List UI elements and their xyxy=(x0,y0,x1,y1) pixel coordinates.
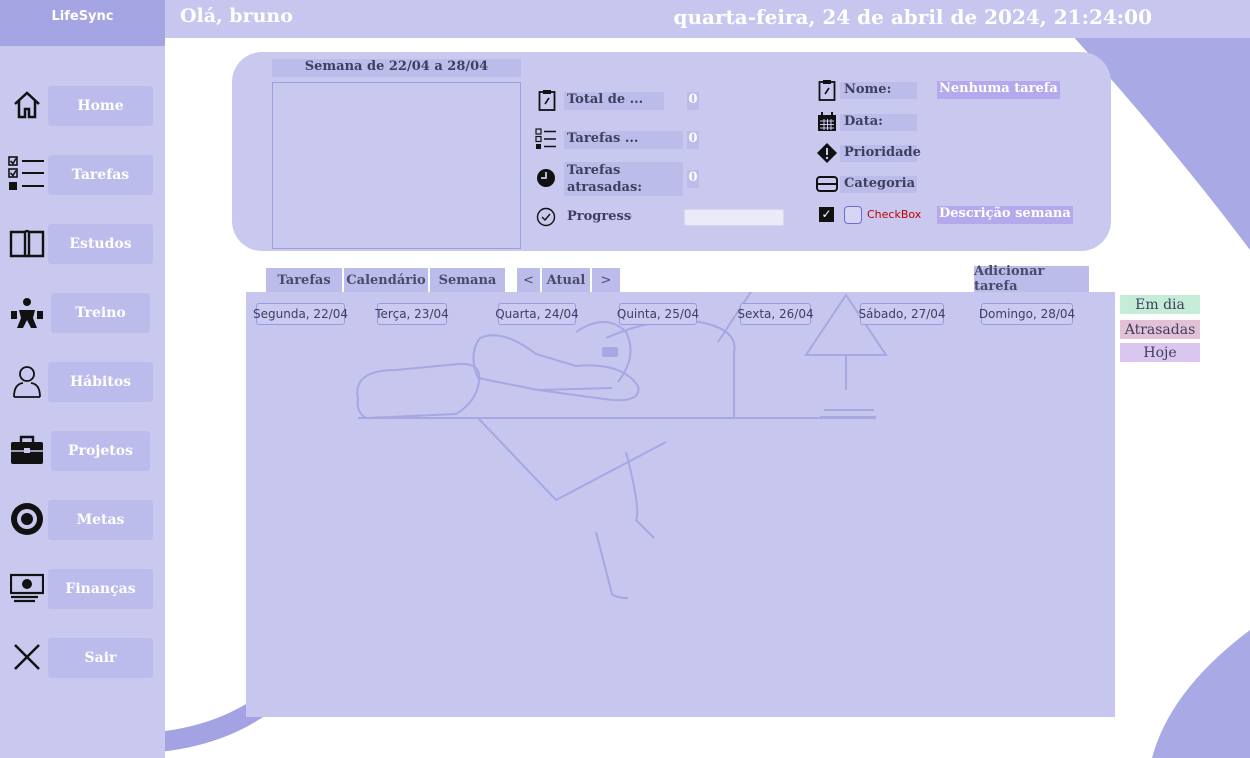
nav-label-home[interactable]: Home xyxy=(48,86,153,126)
week-summary-panel: Semana de 22/04 a 28/04 Total de ... 0 T… xyxy=(232,52,1111,251)
nav-label-habitos[interactable]: Hábitos xyxy=(48,362,153,402)
workout-icon xyxy=(8,293,46,331)
sidebar-item-projetos[interactable]: Projetos xyxy=(0,429,165,473)
tab-tarefas[interactable]: Tarefas xyxy=(266,268,342,292)
task-name-value: Nenhuma tarefa xyxy=(937,81,1060,99)
sidebar-item-habitos[interactable]: Hábitos xyxy=(0,360,165,404)
stat-tasks-label: Tarefas ... xyxy=(564,131,683,149)
nav-label-metas[interactable]: Metas xyxy=(48,500,153,540)
stat-total-value: 0 xyxy=(687,92,699,110)
stat-progress-label: Progresso xyxy=(567,209,632,224)
week-chart-area xyxy=(272,82,521,249)
legend-atrasadas: Atrasadas xyxy=(1120,320,1200,339)
calendar-icon xyxy=(816,111,838,133)
stat-total-label: Total de ... xyxy=(564,92,664,110)
prev-week-button[interactable]: < xyxy=(517,268,540,292)
day-header-domingo[interactable]: Domingo, 28/04 xyxy=(979,303,1075,325)
sidebar-item-treino[interactable]: Treino xyxy=(0,291,165,335)
task-category-label: Categoria xyxy=(840,176,917,193)
legend-hoje: Hoje xyxy=(1120,343,1200,362)
progress-bar xyxy=(684,209,784,226)
target-icon xyxy=(8,500,46,538)
legend-em-dia: Em dia xyxy=(1120,295,1200,314)
sidebar: LifeSync Home Tarefas Estudos Treino Háb… xyxy=(0,0,165,758)
done-checkbox[interactable]: ✓ xyxy=(819,207,834,222)
priority-icon xyxy=(816,142,838,164)
day-header-sabado[interactable]: Sábado, 27/04 xyxy=(858,303,946,325)
clipboard-icon xyxy=(816,79,838,101)
sidebar-item-financas[interactable]: Finanças xyxy=(0,567,165,611)
checklist-icon xyxy=(535,128,557,150)
person-icon xyxy=(8,362,46,400)
week-description: Descrição semana xyxy=(937,206,1073,224)
clipboard-icon xyxy=(536,89,558,111)
top-header: Olá, bruno quarta-feira, 24 de abril de … xyxy=(165,0,1250,38)
checkbox-label: CheckBox xyxy=(867,208,922,221)
sidebar-item-sair[interactable]: Sair xyxy=(0,636,165,680)
app-brand: LifeSync xyxy=(0,0,165,46)
next-week-button[interactable]: > xyxy=(592,268,620,292)
nav-label-tarefas[interactable]: Tarefas xyxy=(48,155,153,195)
task-date-label: Data: xyxy=(840,114,917,131)
task-priority-label: Prioridade xyxy=(840,145,921,162)
task-checkbox[interactable] xyxy=(844,206,862,224)
day-header-terca[interactable]: Terça, 23/04 xyxy=(375,303,449,325)
sidebar-item-metas[interactable]: Metas xyxy=(0,498,165,542)
stat-overdue-value: 0 xyxy=(687,170,699,188)
stat-tasks-value: 0 xyxy=(687,131,699,149)
book-icon xyxy=(8,224,46,262)
illustration xyxy=(356,292,888,599)
stat-overdue-label: Tarefas atrasadas: xyxy=(564,162,683,196)
check-circle-icon xyxy=(535,206,557,228)
clock-icon xyxy=(535,167,557,189)
checklist-icon xyxy=(8,155,46,193)
nav-label-sair[interactable]: Sair xyxy=(48,638,153,678)
home-icon xyxy=(8,86,46,124)
week-title: Semana de 22/04 a 28/04 xyxy=(272,59,521,77)
week-calendar: Segunda, 22/04 Terça, 23/04 Quarta, 24/0… xyxy=(246,292,1115,717)
nav-label-projetos[interactable]: Projetos xyxy=(51,431,150,471)
tab-semana[interactable]: Semana xyxy=(430,268,505,292)
day-header-sexta[interactable]: Sexta, 26/04 xyxy=(737,303,814,325)
category-icon xyxy=(816,173,838,195)
close-icon xyxy=(8,638,46,676)
datetime-text: quarta-feira, 24 de abril de 2024, 21:24… xyxy=(673,5,1153,29)
sidebar-item-home[interactable]: Home xyxy=(0,84,165,128)
money-icon xyxy=(8,569,46,607)
day-header-segunda[interactable]: Segunda, 22/04 xyxy=(253,303,348,325)
tab-calendario[interactable]: Calendário xyxy=(344,268,428,292)
nav-label-estudos[interactable]: Estudos xyxy=(48,224,153,264)
sidebar-item-estudos[interactable]: Estudos xyxy=(0,222,165,266)
task-name-label: Nome: xyxy=(840,82,917,99)
briefcase-icon xyxy=(8,431,46,469)
add-task-button[interactable]: Adicionar tarefa xyxy=(974,264,1089,294)
greeting-text: Olá, bruno xyxy=(180,5,293,27)
day-header-quarta[interactable]: Quarta, 24/04 xyxy=(495,303,579,325)
day-header-quinta[interactable]: Quinta, 25/04 xyxy=(617,303,699,325)
sidebar-item-tarefas[interactable]: Tarefas xyxy=(0,153,165,197)
nav-label-treino[interactable]: Treino xyxy=(51,293,150,333)
nav-label-financas[interactable]: Finanças xyxy=(48,569,153,609)
current-week-button[interactable]: Atual xyxy=(542,268,590,292)
